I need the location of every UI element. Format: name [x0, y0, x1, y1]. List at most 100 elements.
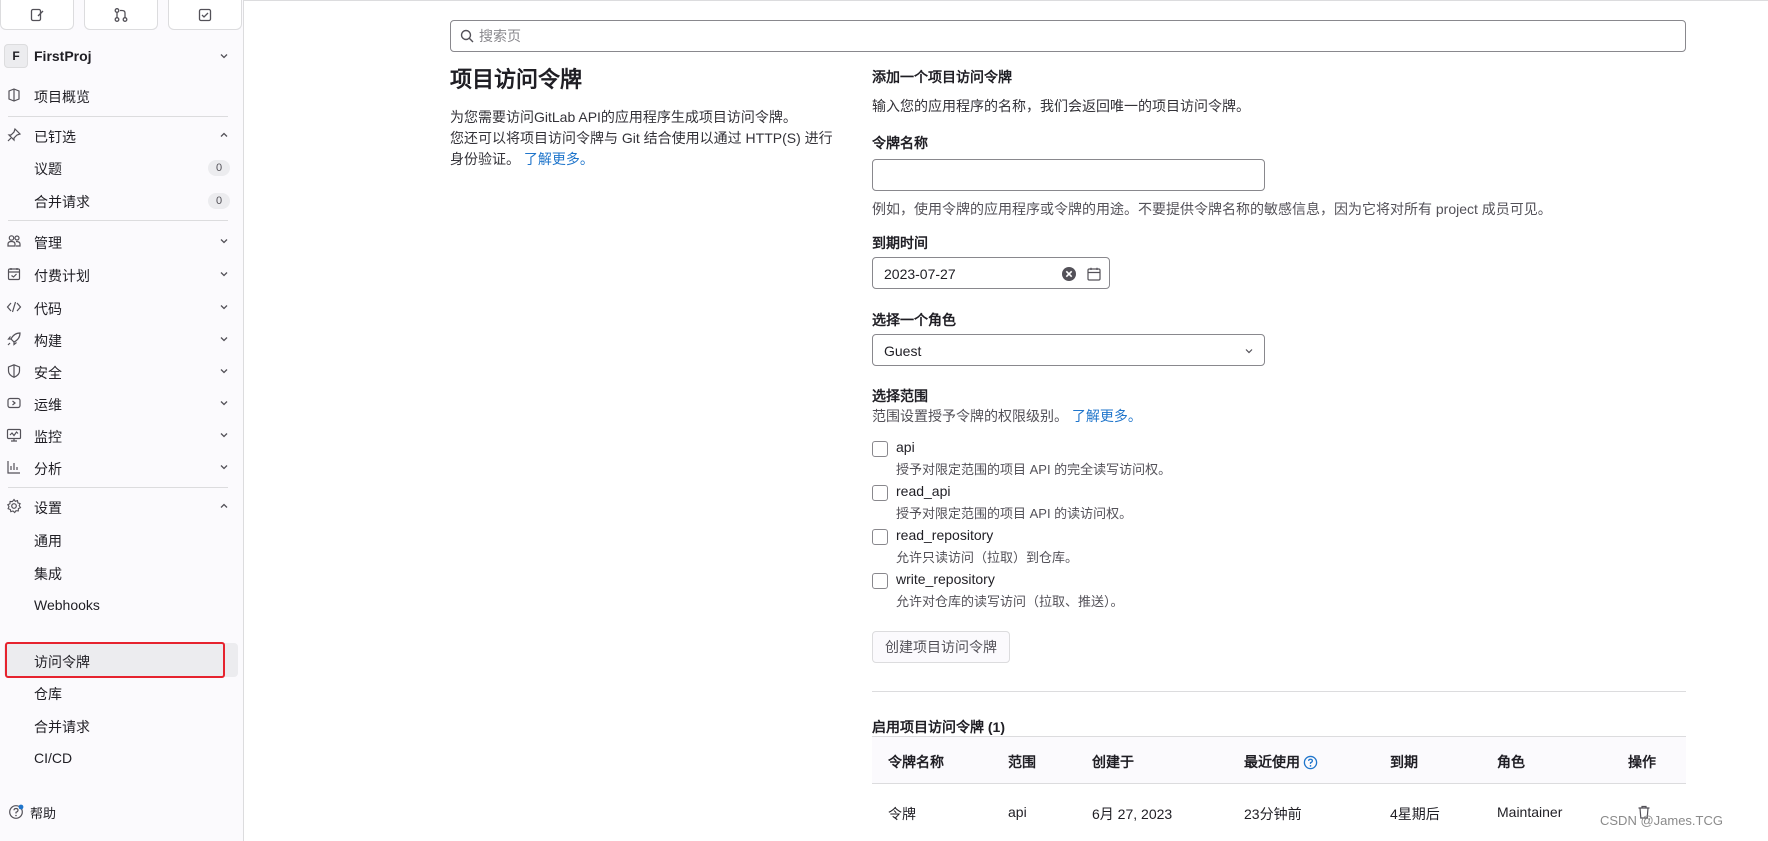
- scope-description: 授予对限定范围的项目 API 的完全读写访问权。: [896, 462, 1172, 477]
- sidebar-item-integrations[interactable]: 集成: [0, 556, 236, 588]
- scope-checkbox[interactable]: [872, 573, 888, 589]
- sidebar-item-access-tokens[interactable]: 访问令牌: [4, 643, 238, 677]
- create-token-button[interactable]: 创建项目访问令牌: [872, 631, 1010, 663]
- sidebar-item-label: 已钉选: [34, 129, 76, 145]
- sidebar: F FirstProj 项目概览 已钉选 议题 0 合并请求 0 管理 付费计划…: [0, 0, 244, 841]
- shield-icon: [7, 364, 21, 378]
- scope-description: 允许对仓库的读写访问（拉取、推送）。: [896, 594, 1124, 609]
- sidebar-item-label: 议题: [34, 161, 62, 177]
- sidebar-item-label: 合并请求: [34, 719, 90, 735]
- sidebar-item-label: 合并请求: [34, 194, 90, 210]
- project-icon: [8, 88, 20, 102]
- token-name-label: 令牌名称: [872, 135, 928, 151]
- scope-checkbox[interactable]: [872, 529, 888, 545]
- page-description: 为您需要访问GitLab API的应用程序生成项目访问令牌。 您还可以将项目访问…: [450, 107, 840, 170]
- monitor-icon: [6, 428, 22, 442]
- calendar-icon[interactable]: [1086, 266, 1102, 282]
- sidebar-item-monitor[interactable]: 监控: [0, 419, 236, 451]
- sidebar-item-build[interactable]: 构建: [0, 323, 236, 355]
- sidebar-item-analyze[interactable]: 分析: [0, 451, 236, 483]
- expiry-date-input[interactable]: 2023-07-27: [872, 257, 1110, 289]
- sidebar-item-code[interactable]: 代码: [0, 291, 236, 323]
- sidebar-item-label: 安全: [34, 365, 62, 381]
- gear-icon: [6, 498, 22, 514]
- sidebar-top-buttons: [0, 0, 244, 30]
- column-header-scope: 范围: [1008, 754, 1036, 770]
- form-intro: 输入您的应用程序的名称，我们会返回唯一的项目访问令牌。: [872, 98, 1250, 114]
- main-content: 项目访问令牌 为您需要访问GitLab API的应用程序生成项目访问令牌。 您还…: [244, 0, 1768, 841]
- column-header-expires: 到期: [1390, 754, 1418, 770]
- chevron-up-icon: [220, 503, 228, 508]
- scope-name: write_repository: [896, 571, 995, 587]
- help-label: 帮助: [30, 805, 57, 821]
- scopes-learn-more-link[interactable]: 了解更多。: [1072, 408, 1142, 424]
- project-switcher[interactable]: F FirstProj: [0, 40, 244, 72]
- role-select[interactable]: Guest: [872, 334, 1265, 366]
- chevron-down-icon: [220, 401, 228, 406]
- sidebar-item-label: 通用: [34, 533, 62, 549]
- sidebar-item-general[interactable]: 通用: [0, 523, 236, 555]
- sidebar-item-label: 管理: [34, 235, 62, 251]
- sidebar-item-label: Webhooks: [34, 597, 100, 613]
- rocket-icon: [7, 332, 21, 346]
- sidebar-item-settings-merge-requests[interactable]: 合并请求: [0, 709, 236, 741]
- clear-icon[interactable]: [1061, 266, 1077, 282]
- planning-icon: [7, 268, 21, 281]
- scope-description: 授予对限定范围的项目 API 的读访问权。: [896, 506, 1133, 521]
- sidebar-item-deploy[interactable]: 运维: [0, 387, 236, 419]
- sidebar-divider: [8, 116, 228, 117]
- sidebar-item-secure[interactable]: 安全: [0, 355, 236, 387]
- chart-icon: [7, 461, 20, 474]
- project-avatar: F: [4, 44, 28, 68]
- sidebar-item-label: 设置: [34, 500, 62, 516]
- issues-shortcut-button[interactable]: [0, 0, 74, 30]
- cell-token-name: 令牌: [888, 806, 916, 822]
- chevron-down-icon: [220, 465, 228, 470]
- help-button[interactable]: 帮助: [8, 800, 56, 824]
- search-input[interactable]: [450, 20, 1686, 52]
- deployments-icon: [7, 397, 21, 409]
- sidebar-item-label: 分析: [34, 461, 62, 477]
- chevron-down-icon: [220, 272, 228, 277]
- scopes-help: 范围设置授予令牌的权限级别。 了解更多。: [872, 408, 1142, 424]
- users-icon: [7, 235, 21, 247]
- issues-count-badge: 0: [208, 160, 230, 176]
- sidebar-item-label: 构建: [34, 333, 62, 349]
- sidebar-item-label: 付费计划: [34, 268, 90, 284]
- sidebar-item-issues[interactable]: 议题 0: [0, 151, 236, 183]
- sidebar-item-merge-requests[interactable]: 合并请求 0: [0, 184, 236, 216]
- sidebar-item-plan[interactable]: 付费计划: [0, 258, 236, 290]
- sidebar-item-label: 访问令牌: [34, 654, 90, 670]
- column-header-role: 角色: [1497, 754, 1525, 770]
- chevron-down-icon: [1245, 349, 1253, 354]
- chevron-down-icon: [220, 305, 228, 310]
- column-header-actions: 操作: [1628, 754, 1656, 770]
- watermark: CSDN @James.TCG: [1600, 813, 1723, 828]
- chevron-down-icon: [220, 54, 228, 59]
- section-divider: [872, 691, 1686, 692]
- thumbtack-icon: [7, 127, 22, 142]
- table-row: 令牌 api 6月 27, 2023 23分钟前 4星期后 Maintainer: [872, 784, 1686, 841]
- role-label: 选择一个角色: [872, 312, 956, 328]
- code-icon: [6, 301, 22, 313]
- scope-checkbox[interactable]: [872, 485, 888, 501]
- description-line-2: 您还可以将项目访问令牌与 Git 结合使用以通过 HTTP(S) 进行身份验证。…: [450, 130, 833, 167]
- sidebar-item-cicd[interactable]: CI/CD: [0, 742, 236, 774]
- help-circle-icon[interactable]: [1303, 755, 1318, 770]
- learn-more-link[interactable]: 了解更多。: [524, 151, 594, 167]
- sidebar-item-overview[interactable]: 项目概览: [0, 79, 236, 111]
- scope-name: read_repository: [896, 527, 994, 543]
- todo-shortcut-button[interactable]: [168, 0, 242, 30]
- page-intro: 项目访问令牌 为您需要访问GitLab API的应用程序生成项目访问令牌。 您还…: [450, 65, 840, 170]
- project-name: FirstProj: [34, 48, 92, 64]
- scope-checkbox[interactable]: [872, 441, 888, 457]
- scope-name: api: [896, 439, 915, 455]
- sidebar-item-webhooks[interactable]: Webhooks: [0, 589, 236, 621]
- sidebar-item-repository[interactable]: 仓库: [0, 676, 236, 708]
- token-name-input[interactable]: [872, 159, 1265, 191]
- sidebar-item-manage[interactable]: 管理: [0, 225, 236, 257]
- form-heading: 添加一个项目访问令牌: [872, 69, 1012, 85]
- merge-requests-shortcut-button[interactable]: [84, 0, 158, 30]
- sidebar-item-pinned[interactable]: 已钉选: [0, 119, 236, 151]
- sidebar-item-settings[interactable]: 设置: [0, 490, 236, 522]
